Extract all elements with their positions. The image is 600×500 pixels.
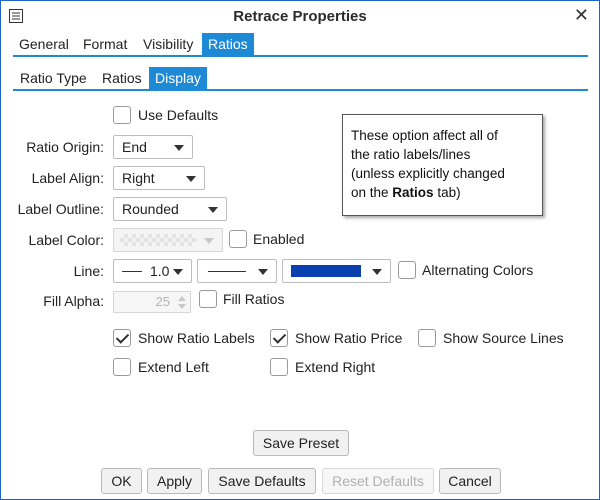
show-ratio-price-label: Show Ratio Price xyxy=(295,330,403,346)
tab-ratio-type[interactable]: Ratio Type xyxy=(14,67,93,89)
line-color-swatch xyxy=(291,265,361,277)
spinner-up-icon[interactable] xyxy=(178,296,186,301)
tab-format[interactable]: Format xyxy=(77,33,133,55)
fill-ratios-label: Fill Ratios xyxy=(223,291,285,307)
note-line-4-bold: Ratios xyxy=(392,185,434,200)
extend-left-label: Extend Left xyxy=(138,359,209,375)
chevron-down-icon xyxy=(204,238,214,244)
show-source-lines-label: Show Source Lines xyxy=(443,330,564,346)
retrace-properties-dialog: Retrace Properties ✕ General Format Visi… xyxy=(0,0,600,500)
close-icon[interactable]: ✕ xyxy=(574,5,589,26)
label-outline-value: Rounded xyxy=(122,201,179,217)
chevron-down-icon xyxy=(174,145,184,151)
cancel-button[interactable]: Cancel xyxy=(439,468,501,494)
tab-display[interactable]: Display xyxy=(149,67,207,89)
note-line-1: These option affect all of xyxy=(351,128,498,143)
ratio-origin-select[interactable]: End xyxy=(113,135,193,159)
label-color-enabled-label: Enabled xyxy=(253,231,305,247)
line-width-sample xyxy=(122,271,142,272)
save-defaults-button[interactable]: Save Defaults xyxy=(208,468,316,494)
spinner-down-icon[interactable] xyxy=(178,304,186,309)
tab-visibility[interactable]: Visibility xyxy=(137,33,199,55)
note-line-4: on the Ratios tab) xyxy=(351,183,534,202)
show-ratio-labels-checkbox[interactable] xyxy=(113,329,131,347)
chevron-down-icon xyxy=(258,269,268,275)
label-outline-label: Label Outline: xyxy=(17,201,104,217)
tab-ratios[interactable]: Ratios xyxy=(202,33,254,55)
window-title: Retrace Properties xyxy=(233,8,367,25)
line-width-select[interactable]: 1.0 xyxy=(113,259,192,283)
note-line-4-post: tab) xyxy=(433,185,461,200)
line-style-sample xyxy=(208,271,246,272)
note-line-2: the ratio labels/lines xyxy=(351,147,471,162)
line-style-select[interactable] xyxy=(197,259,277,283)
show-ratio-labels-label: Show Ratio Labels xyxy=(138,330,255,346)
save-preset-button[interactable]: Save Preset xyxy=(253,430,349,456)
show-source-lines-checkbox[interactable] xyxy=(418,329,436,347)
note-line-4-pre: on the xyxy=(351,185,393,200)
label-color-picker[interactable] xyxy=(113,228,223,252)
fill-ratios-checkbox[interactable] xyxy=(199,290,217,308)
color-swatch-disabled xyxy=(120,234,196,246)
chevron-down-icon xyxy=(208,207,218,213)
tab-sub-ratios[interactable]: Ratios xyxy=(96,67,148,89)
main-tab-underline xyxy=(13,55,588,57)
title-bar: Retrace Properties ✕ xyxy=(1,1,599,31)
label-outline-select[interactable]: Rounded xyxy=(113,197,227,221)
use-defaults-checkbox[interactable] xyxy=(113,106,131,124)
label-align-label: Label Align: xyxy=(31,170,104,186)
extend-right-label: Extend Right xyxy=(295,359,376,375)
alternating-colors-checkbox[interactable] xyxy=(398,261,416,279)
reset-defaults-button[interactable]: Reset Defaults xyxy=(322,468,434,494)
line-label: Line: xyxy=(73,263,104,279)
sub-tab-underline xyxy=(13,89,588,91)
info-note: These option affect all of the ratio lab… xyxy=(342,114,543,216)
label-color-label: Label Color: xyxy=(28,232,105,248)
chevron-down-icon xyxy=(186,176,196,182)
apply-button[interactable]: Apply xyxy=(147,468,202,494)
line-width-value: 1.0 xyxy=(150,263,170,279)
label-align-select[interactable]: Right xyxy=(113,166,205,190)
show-ratio-price-checkbox[interactable] xyxy=(270,329,288,347)
use-defaults-label: Use Defaults xyxy=(138,107,219,123)
label-align-value: Right xyxy=(122,170,155,186)
alternating-colors-label: Alternating Colors xyxy=(422,262,534,278)
fill-alpha-spinner[interactable]: 25 xyxy=(113,291,191,313)
ok-button[interactable]: OK xyxy=(101,468,142,494)
fill-alpha-label: Fill Alpha: xyxy=(43,293,104,309)
note-line-3: (unless explicitly changed xyxy=(351,166,505,181)
ratio-origin-label: Ratio Origin: xyxy=(26,139,104,155)
label-color-enabled-checkbox[interactable] xyxy=(229,230,247,248)
line-color-picker[interactable] xyxy=(282,259,391,283)
chevron-down-icon xyxy=(372,269,382,275)
extend-left-checkbox[interactable] xyxy=(113,358,131,376)
chevron-down-icon xyxy=(173,269,183,275)
fill-alpha-value: 25 xyxy=(155,294,170,309)
tab-general[interactable]: General xyxy=(13,33,75,55)
extend-right-checkbox[interactable] xyxy=(270,358,288,376)
ratio-origin-value: End xyxy=(122,139,147,155)
